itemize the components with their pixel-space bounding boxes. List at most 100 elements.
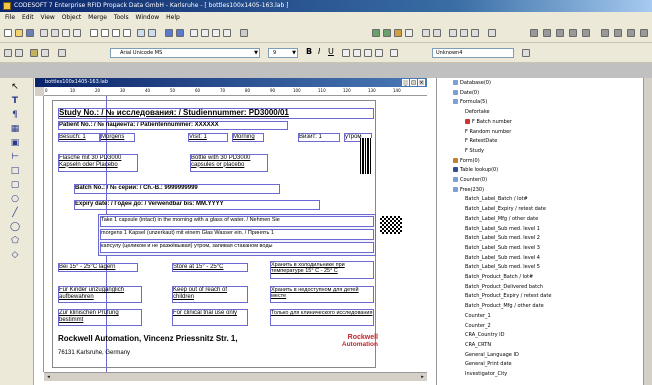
tree-item[interactable]: Counter_1 xyxy=(465,313,491,321)
align-icon[interactable] xyxy=(190,29,198,37)
align-right-icon[interactable] xyxy=(364,49,372,57)
zoom-width-icon[interactable] xyxy=(569,29,577,37)
variable-properties-icon[interactable] xyxy=(522,49,530,57)
tree-item[interactable]: Date(0) xyxy=(453,89,479,98)
tree-item[interactable]: Formula(5) xyxy=(453,99,487,107)
next-record-icon[interactable] xyxy=(449,29,457,37)
database-icon[interactable] xyxy=(372,29,380,37)
zoom-in-icon[interactable] xyxy=(530,29,538,37)
bold-icon[interactable]: B xyxy=(306,47,312,56)
study-field[interactable]: Study No.: / № исследования: / Studiennu… xyxy=(58,108,374,119)
tree-item[interactable]: Counter_2 xyxy=(465,323,491,331)
sort-icon[interactable] xyxy=(488,29,496,37)
tree-item[interactable]: Batch_Label_Sub med. level 4 xyxy=(465,255,540,263)
zoom-page-icon[interactable] xyxy=(556,29,564,37)
move-icon[interactable] xyxy=(165,29,173,37)
query-icon[interactable] xyxy=(383,29,391,37)
tree-item[interactable]: Defortake xyxy=(465,109,490,117)
tree-item[interactable]: CRA_CRTN xyxy=(465,342,491,350)
restore-icon[interactable]: □ xyxy=(410,79,417,86)
text-effects-icon[interactable] xyxy=(390,49,398,57)
company-city[interactable]: 76131 Karlsruhe, Germany xyxy=(58,350,130,356)
tree-item[interactable]: General_Print date xyxy=(465,361,512,369)
layout-icon[interactable] xyxy=(58,49,66,57)
bottle-en-field[interactable]: Bottle with 30 PD3000 capsules or placeb… xyxy=(190,154,268,172)
menu-merge[interactable]: Merge xyxy=(88,14,107,21)
tree-item[interactable]: Free(230) xyxy=(453,186,484,195)
justify-icon[interactable] xyxy=(375,49,383,57)
tree-item[interactable]: F Random number xyxy=(465,129,511,137)
visit-de-field[interactable]: Besuch: 1 xyxy=(58,133,100,142)
underline-icon[interactable]: U xyxy=(328,47,334,56)
datamatrix-code[interactable] xyxy=(380,216,402,234)
undo-icon[interactable] xyxy=(137,29,145,37)
prev-record-icon[interactable] xyxy=(433,29,441,37)
tree-item[interactable]: Batch_Product_Delivered batch xyxy=(465,284,543,292)
flip-icon[interactable] xyxy=(212,29,220,37)
tree-item[interactable]: Batch_Label_Sub med. level 3 xyxy=(465,245,540,253)
scroll-left-icon[interactable]: ◂ xyxy=(45,374,52,380)
rfid-tool-icon[interactable]: ◇ xyxy=(8,249,22,261)
redo-icon[interactable] xyxy=(148,29,156,37)
paragraph-tool-icon[interactable]: ¶ xyxy=(8,109,22,121)
print-icon[interactable] xyxy=(40,29,48,37)
tree-item[interactable]: Form(0) xyxy=(453,157,480,166)
rfid-icon[interactable] xyxy=(405,29,413,37)
morning-de-field[interactable]: Morgens xyxy=(100,133,135,142)
patient-field[interactable]: Patient No.: / № пациента: / Patientennu… xyxy=(58,121,288,130)
ruler-icon[interactable] xyxy=(15,49,23,57)
next-page-icon[interactable] xyxy=(614,29,622,37)
page-setup-icon[interactable] xyxy=(62,29,70,37)
first-page-icon[interactable] xyxy=(601,29,609,37)
form-icon[interactable] xyxy=(394,29,402,37)
storage-de-field[interactable]: Bei 15° - 25°C lagern xyxy=(58,263,138,272)
align-center-icon[interactable] xyxy=(353,49,361,57)
tree-item[interactable]: Table lookup(0) xyxy=(453,167,498,175)
paste-icon[interactable] xyxy=(112,29,120,37)
bottle-de-field[interactable]: Flasche mit 30 PD3000 Kapseln oder Place… xyxy=(58,154,138,172)
visit-ru-field[interactable]: Визит: 1 xyxy=(298,133,340,142)
more-tools-icon[interactable] xyxy=(640,29,648,37)
font-size-select[interactable]: 9 ▼ xyxy=(268,48,298,58)
expiry-field[interactable]: Expiry date: / Годен до: / Verwendbar bi… xyxy=(74,200,320,210)
children-en-field[interactable]: Keep out of reach of children xyxy=(172,286,248,303)
tree-item[interactable]: Investigator_City xyxy=(465,371,507,379)
ellipse-tool-icon[interactable]: ○ xyxy=(8,193,22,205)
italic-icon[interactable]: I xyxy=(318,47,320,56)
print-preview-icon[interactable] xyxy=(51,29,59,37)
tree-item[interactable]: CRA_Country ID xyxy=(465,332,504,340)
instruction-de-line[interactable]: morgens 1 Kapsel (unzerkaut) mit einem G… xyxy=(100,229,374,240)
menu-help[interactable]: Help xyxy=(166,14,180,21)
line-tool-icon[interactable]: ⊢ xyxy=(8,151,22,163)
clinical-de-field[interactable]: Zur klinischen Prüfung bestimmt xyxy=(58,309,142,326)
rounded-rect-tool-icon[interactable]: ▢ xyxy=(8,179,22,191)
clinical-en-field[interactable]: For clinical trial use only xyxy=(172,309,248,326)
minimize-icon[interactable]: _ xyxy=(402,79,409,86)
open-icon[interactable] xyxy=(15,29,23,37)
tree-item[interactable]: Batch_Label_Sub med. level 5 xyxy=(465,264,540,272)
delete-icon[interactable] xyxy=(123,29,131,37)
same-size-icon[interactable] xyxy=(223,29,231,37)
barcode-tool-icon[interactable]: ▦ xyxy=(8,123,22,135)
align-left-icon[interactable] xyxy=(342,49,350,57)
new-icon[interactable] xyxy=(4,29,12,37)
tree-item[interactable]: Batch_Product_Batch / lot# xyxy=(465,274,533,282)
menu-window[interactable]: Window xyxy=(136,14,160,21)
instruction-ru-line[interactable]: капсулу (целиком и не разжёвывая) утром,… xyxy=(100,242,374,253)
zoom-icon[interactable] xyxy=(4,49,12,57)
tree-item[interactable]: F Batch number xyxy=(465,118,512,127)
polygon-tool-icon[interactable]: ⬠ xyxy=(8,235,22,247)
morning-en-field[interactable]: Morning xyxy=(232,133,264,142)
text-tool-icon[interactable]: T xyxy=(8,95,22,107)
company-address[interactable]: Rockwell Automation, Vincenz Priessnitz … xyxy=(58,334,238,343)
settings-icon[interactable] xyxy=(41,49,49,57)
last-page-icon[interactable] xyxy=(627,29,635,37)
menu-tools[interactable]: Tools xyxy=(114,14,129,21)
tree-item[interactable]: Batch_Label_Mfg / other date xyxy=(465,216,538,224)
distribute-icon[interactable] xyxy=(201,29,209,37)
font-name-select[interactable]: Arial Unicode MS ▼ xyxy=(110,48,260,58)
scroll-right-icon[interactable]: ▸ xyxy=(419,374,426,380)
children-ru-field[interactable]: Хранить в недоступном для детей месте xyxy=(270,286,374,303)
menu-file[interactable]: File xyxy=(5,14,15,21)
rotate-icon[interactable] xyxy=(176,29,184,37)
